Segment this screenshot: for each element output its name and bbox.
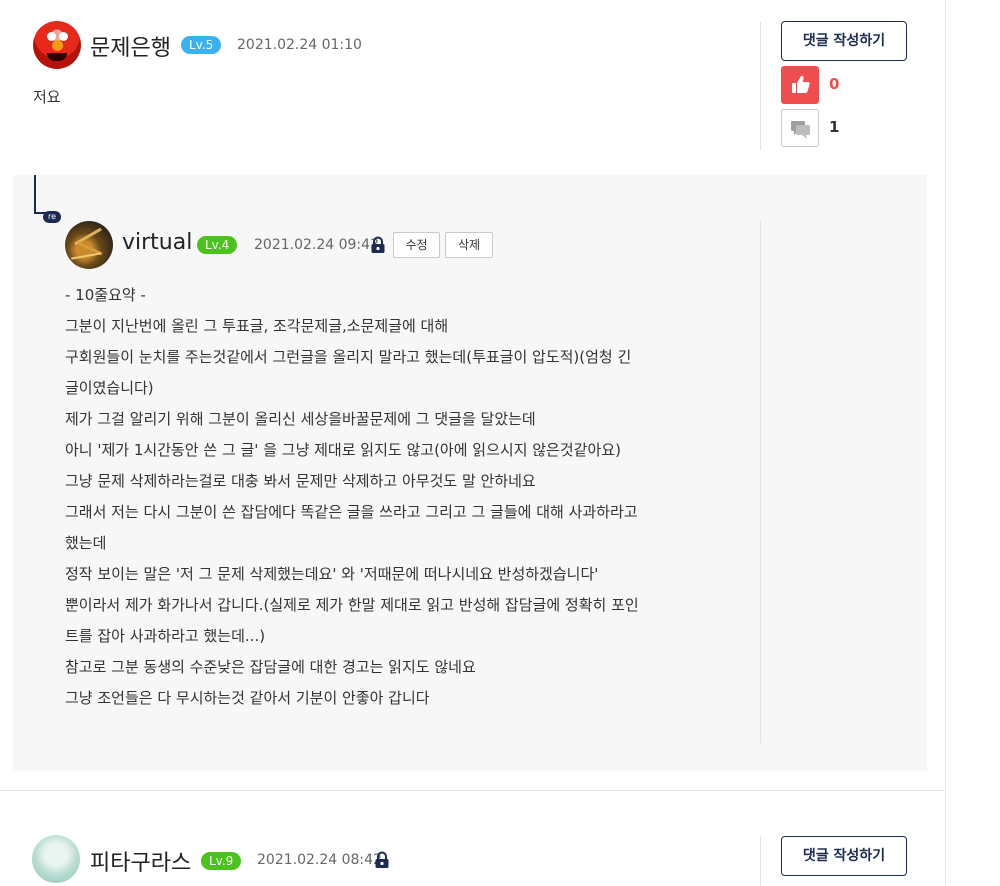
delete-button[interactable]: 삭제	[445, 232, 493, 258]
speech-bubble-icon	[791, 121, 810, 139]
comment-side-divider	[760, 22, 761, 150]
comment-username[interactable]: 피타구라스	[90, 845, 191, 877]
level-badge: Lv.9	[201, 852, 242, 870]
thread-connector	[34, 175, 36, 213]
write-reply-button[interactable]: 댓글 작성하기	[781, 836, 907, 876]
thumbs-up-icon	[792, 75, 810, 93]
comment-timestamp: 2021.02.24 01:10	[237, 37, 362, 53]
comment-text: 저요	[33, 88, 61, 106]
comment-timestamp: 2021.02.24 08:42	[257, 852, 382, 868]
reply-line: 아니 '제가 1시간동안 쓴 그 글' 을 그냥 제대로 읽지도 않고(아에 읽…	[65, 441, 621, 459]
write-reply-button[interactable]: 댓글 작성하기	[781, 21, 907, 61]
reply-body: - 10줄요약 - 그분이 지난번에 올린 그 투표글, 조각문제글,소문제글에…	[65, 285, 745, 719]
reply-line: - 10줄요약 -	[65, 286, 146, 304]
reply-line: 그냥 문제 삭제하라는걸로 대충 봐서 문제만 삭제하고 아무것도 말 안하네요	[65, 472, 536, 490]
lock-icon	[375, 851, 389, 868]
like-count: 0	[829, 75, 840, 93]
avatar[interactable]	[32, 835, 80, 883]
reply-username[interactable]: virtual	[122, 230, 192, 255]
level-badge: Lv.4	[197, 236, 238, 254]
avatar[interactable]	[33, 21, 81, 69]
reply-line: 뿐이라서 제가 화가나서 갑니다.(실제로 제가 한말 제대로 읽고 반성해 잡…	[65, 596, 639, 614]
reply-panel: re virtual Lv.4 2021.02.24 09:43 수정 삭제 -…	[13, 175, 927, 771]
reply-count-button[interactable]	[781, 109, 819, 147]
reply-badge: re	[43, 211, 61, 223]
avatar[interactable]	[65, 221, 113, 269]
reply-line: 그래서 저는 다시 그분이 쓴 잡담에다 똑같은 글을 쓰라고 그리고 그 글들…	[65, 503, 638, 521]
reply-line: 그분이 지난번에 올린 그 투표글, 조각문제글,소문제글에 대해	[65, 317, 449, 335]
reply-line: 트를 잡아 사과하라고 했는데...)	[65, 627, 266, 645]
level-badge: Lv.5	[181, 36, 222, 54]
reply-line: 그냥 조언들은 다 무시하는것 같아서 기분이 안좋아 갑니다	[65, 689, 430, 707]
reply-line: 참고로 그분 동생의 수준낮은 잡담글에 대한 경고는 읽지도 않네요	[65, 658, 476, 676]
reply-line: 정작 보이는 말은 '저 그 문제 삭제했는데요' 와 '저때문에 떠나시네요 …	[65, 565, 599, 583]
reply-line: 했는데	[65, 534, 107, 552]
comment-username[interactable]: 문제은행	[90, 30, 171, 62]
lock-icon	[371, 236, 385, 253]
reply-count: 1	[829, 118, 840, 136]
reply-side-divider	[760, 221, 761, 743]
reply-line: 글이였습니다)	[65, 379, 154, 397]
reply-timestamp: 2021.02.24 09:43	[254, 237, 379, 253]
page-right-divider	[945, 0, 946, 886]
like-button[interactable]	[781, 66, 819, 104]
reply-line: 제가 그걸 알리기 위해 그분이 올리신 세상을바꿀문제에 그 댓글을 달았는데	[65, 410, 536, 428]
comment-side-divider	[760, 836, 761, 886]
reply-line: 구회원들이 눈치를 주는것같에서 그런글을 올리지 말라고 했는데(투표글이 압…	[65, 348, 632, 366]
edit-button[interactable]: 수정	[393, 232, 440, 258]
comment-divider	[0, 790, 945, 791]
comment-item: 문제은행 Lv.5 2021.02.24 01:10 저요 댓글 작성하기 0 …	[0, 0, 945, 170]
